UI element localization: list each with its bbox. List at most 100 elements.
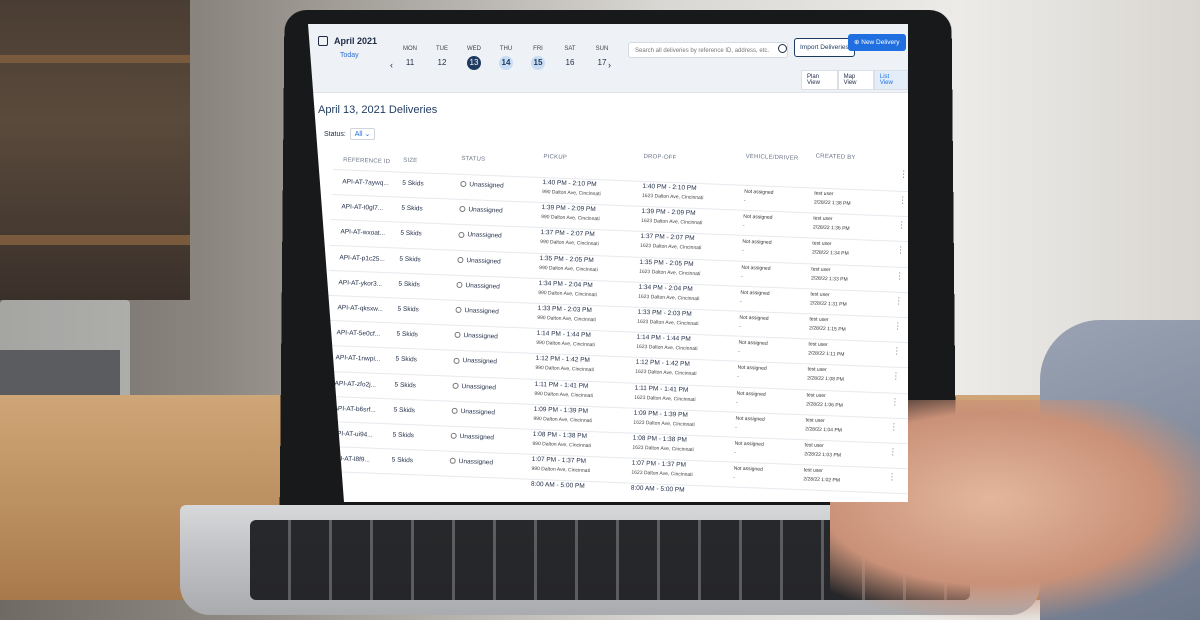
row-status: Unassigned [458, 231, 502, 240]
day-mon[interactable]: MON 11 [402, 46, 418, 70]
row-vehicle: Not assigned [733, 465, 763, 473]
row-menu-icon[interactable]: ⋮ [889, 421, 898, 432]
row-vehicle-sub: - [741, 248, 744, 255]
row-menu-icon[interactable]: ⋮ [894, 295, 903, 306]
col-size[interactable]: SIZE [403, 158, 417, 165]
row-created-date: 2/28/22 1:02 PM [803, 476, 841, 484]
day-tue[interactable]: TUE 12 [434, 46, 450, 70]
row-dropoff-address: 1623 Dalton Ave, Cincinnati [632, 444, 694, 453]
row-dropoff-address: 1623 Dalton Ave, Cincinnati [634, 394, 696, 403]
row-size: 5 Skids [401, 204, 423, 213]
import-deliveries-button[interactable]: Import Deliveries [794, 38, 855, 57]
row-vehicle: Not assigned [736, 390, 766, 398]
row-created-by: test user [813, 215, 833, 223]
row-size: 5 Skids [393, 406, 416, 414]
prev-week-icon[interactable]: ‹ [390, 60, 393, 70]
row-pickup-time: 1:33 PM - 2:03 PM [537, 304, 592, 314]
tab-map-view[interactable]: Map View [837, 70, 874, 90]
row-pickup-time: 1:14 PM - 1:44 PM [536, 330, 591, 340]
row-status: Unassigned [456, 282, 500, 290]
day-thu[interactable]: THU 14 [498, 46, 514, 70]
row-status: Unassigned [450, 458, 494, 466]
row-dropoff-time: 1:37 PM - 2:07 PM [640, 233, 695, 243]
day-sat[interactable]: SAT 16 [562, 46, 578, 70]
row-status: Unassigned [453, 357, 497, 365]
row-created-date: 2/28/22 1:38 PM [813, 199, 851, 207]
col-created-by[interactable]: CREATED BY [816, 154, 856, 162]
row-created-date: 2/28/22 1:06 PM [806, 400, 843, 409]
row-dropoff-address: 1623 Dalton Ave, Cincinnati [639, 243, 702, 252]
row-created-by: test user [809, 316, 829, 324]
row-vehicle: Not assigned [744, 188, 774, 196]
row-menu-icon[interactable]: ⋮ [895, 270, 904, 281]
row-created-date: 2/28/22 1:36 PM [812, 224, 850, 233]
row-status: Unassigned [455, 307, 499, 315]
row-status: Unassigned [451, 433, 495, 441]
row-vehicle: Not assigned [742, 239, 772, 247]
tab-list-view[interactable]: List View [873, 70, 908, 90]
row-vehicle-sub: - [742, 222, 745, 230]
row-menu-icon[interactable]: ⋮ [888, 446, 897, 457]
row-menu-icon[interactable]: ⋮ [897, 220, 906, 231]
row-pickup-time: 1:35 PM - 2:05 PM [539, 254, 594, 264]
new-delivery-button[interactable]: ⊕ New Delivery [848, 34, 906, 51]
col-dropoff[interactable]: DROP-OFF [643, 154, 676, 161]
status-select[interactable]: All ⌄ [349, 128, 376, 140]
more-options-icon[interactable]: ⋮ [899, 169, 908, 180]
row-status: Unassigned [460, 181, 504, 189]
row-dropoff-time: 1:11 PM - 1:41 PM [634, 384, 689, 394]
row-menu-icon[interactable]: ⋮ [892, 346, 901, 357]
status-label: Status: [324, 131, 346, 138]
day-wed[interactable]: WED 13 [466, 46, 482, 70]
row-reference-id: API-AT-wxoat... [340, 228, 386, 238]
row-vehicle: Not assigned [743, 213, 773, 222]
row-menu-icon[interactable]: ⋮ [898, 195, 907, 206]
row-vehicle: Not assigned [740, 289, 770, 297]
row-pickup-address: 990 Dalton Ave, Cincinnati [531, 465, 591, 475]
row-created-date: 2/28/22 1:34 PM [811, 249, 849, 258]
row-dropoff-time: 1:07 PM - 1:37 PM [631, 459, 687, 469]
row-vehicle-sub: - [734, 449, 737, 456]
row-created-date: 2/28/22 1:03 PM [804, 451, 842, 459]
row-reference-id: API-AT-5e0cf... [336, 329, 381, 339]
col-pickup[interactable]: PICKUP [543, 154, 567, 161]
day-fri[interactable]: FRI 15 [530, 46, 546, 70]
row-pickup-time: 1:37 PM - 2:07 PM [540, 229, 595, 239]
row-menu-icon[interactable]: ⋮ [890, 396, 899, 407]
col-vehicle-driver[interactable]: VEHICLE/DRIVER [746, 154, 799, 162]
row-size: 5 Skids [397, 305, 419, 314]
row-size: 5 Skids [402, 179, 424, 188]
row-menu-icon[interactable]: ⋮ [893, 321, 902, 332]
day-sun[interactable]: SUN 17 [594, 46, 610, 70]
row-pickup-time: 1:11 PM - 1:41 PM [534, 380, 589, 390]
today-link[interactable]: Today [340, 52, 359, 59]
row-pickup-address: 990 Dalton Ave, Cincinnati [539, 264, 598, 273]
row-size: 5 Skids [398, 280, 420, 289]
row-created-by: test user [804, 442, 824, 449]
row-size: 5 Skids [400, 229, 422, 238]
row-reference-id: API-AT-7aywq... [342, 178, 389, 188]
col-reference-id[interactable]: REFERENCE ID [343, 157, 390, 165]
row-vehicle: Not assigned [738, 339, 768, 347]
row-dropoff-time: 1:08 PM - 1:38 PM [632, 434, 688, 444]
row-dropoff-time: 8:00 AM - 5:00 PM [630, 484, 685, 494]
row-vehicle-sub: - [735, 424, 738, 431]
row-pickup-time: 1:40 PM - 2:10 PM [542, 179, 597, 189]
row-menu-icon[interactable]: ⋮ [891, 371, 900, 382]
page-title: April 13, 2021 Deliveries [318, 104, 438, 116]
table-body: API-AT-7aywq... 5 Skids Unassigned 1:40 PM … [320, 168, 908, 502]
row-dropoff-time: 1:12 PM - 1:42 PM [635, 359, 690, 369]
row-pickup-address: 990 Dalton Ave, Cincinnati [540, 239, 599, 248]
search-icon[interactable] [778, 44, 787, 53]
tab-plan-view[interactable]: Plan View [801, 70, 838, 90]
month-label: April 2021 [334, 36, 378, 46]
search-input[interactable]: Search all deliveries by reference ID, a… [628, 42, 788, 58]
col-status[interactable]: STATUS [461, 156, 485, 163]
row-created-date: 2/28/22 1:11 PM [808, 350, 845, 358]
row-created-by: test user [812, 240, 832, 248]
row-dropoff-time: 1:40 PM - 2:10 PM [642, 182, 697, 192]
row-pickup-address: 990 Dalton Ave, Cincinnati [532, 440, 592, 449]
row-pickup-time: 1:39 PM - 2:09 PM [541, 204, 596, 214]
row-menu-icon[interactable]: ⋮ [887, 472, 896, 483]
row-menu-icon[interactable]: ⋮ [896, 245, 905, 256]
